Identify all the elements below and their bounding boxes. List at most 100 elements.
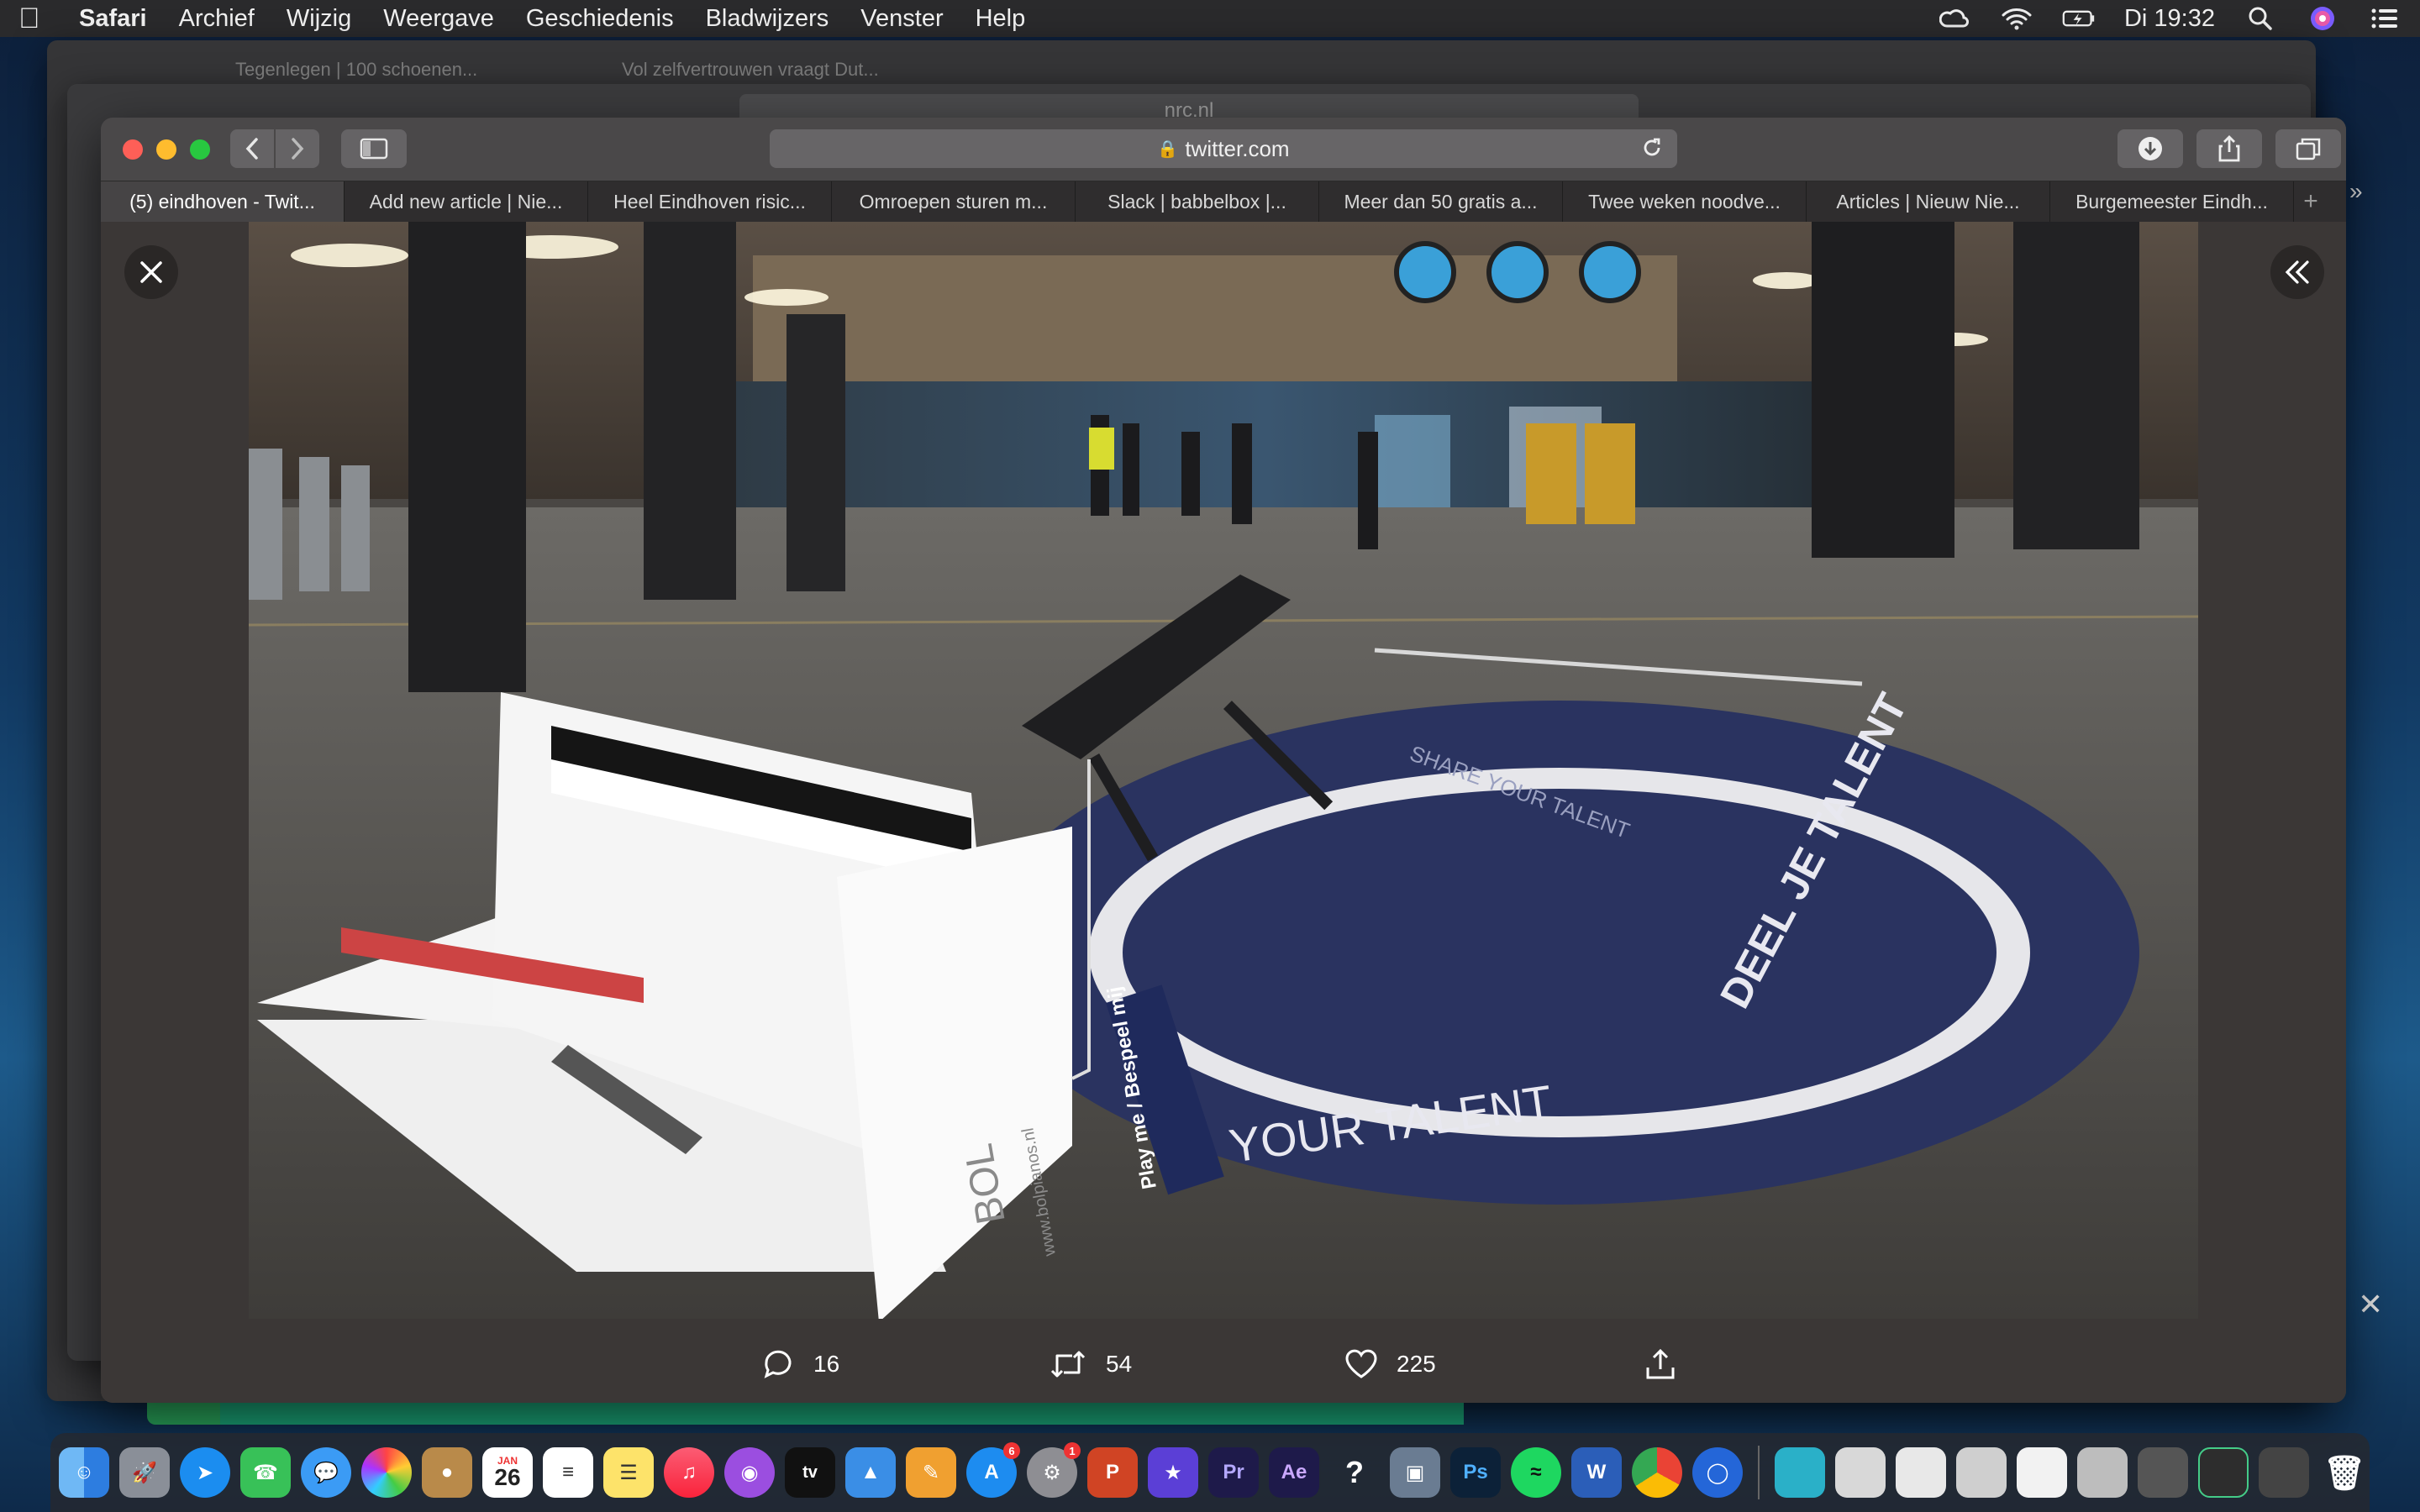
pages-icon[interactable]: ✎ <box>906 1447 956 1498</box>
window-close-button[interactable] <box>123 139 143 160</box>
dock-window-7-icon[interactable] <box>2138 1447 2188 1498</box>
imovie-star-icon[interactable]: ★ <box>1148 1447 1198 1498</box>
share-icon <box>2218 135 2240 162</box>
reload-icon[interactable] <box>1640 136 1664 165</box>
help-icon[interactable]: ? <box>1329 1447 1380 1498</box>
photoshop-icon[interactable]: Ps <box>1450 1447 1501 1498</box>
keynote-icon[interactable]: ▲ <box>845 1447 896 1498</box>
music-icon[interactable]: ♫ <box>664 1447 714 1498</box>
safari-icon[interactable]: ➤ <box>180 1447 230 1498</box>
system-preferences-icon[interactable]: ⚙ 1 <box>1027 1442 1081 1498</box>
tweet-share-icon <box>1646 1348 1675 1379</box>
powerpoint-icon[interactable]: P <box>1087 1447 1138 1498</box>
chrome-icon[interactable] <box>1632 1447 1682 1498</box>
tab-twee-weken[interactable]: Twee weken noodve... <box>1563 181 1807 222</box>
spotlight-search-icon[interactable] <box>2244 6 2277 31</box>
sidebar-toggle-button[interactable] <box>341 129 407 168</box>
media-viewer: YOUR TALENT DEEL JE TALENT SHARE YOUR TA… <box>101 222 2346 1403</box>
browser-icon[interactable]: ◯ <box>1692 1447 1743 1498</box>
trash-icon[interactable]: 🗑 <box>2319 1447 2370 1498</box>
dock-window-3-icon[interactable] <box>1896 1447 1946 1498</box>
window-more-icon[interactable]: » <box>2349 178 2363 205</box>
dock-separator <box>1758 1446 1760 1499</box>
wifi-icon[interactable] <box>2000 6 2033 31</box>
dock-window-9-icon[interactable] <box>2259 1447 2309 1498</box>
address-bar[interactable]: 🔒 twitter.com <box>770 129 1677 168</box>
dock-window-1-icon[interactable] <box>1775 1447 1825 1498</box>
menu-bladwijzers[interactable]: Bladwijzers <box>706 5 829 33</box>
premiere-pro-icon[interactable]: Pr <box>1208 1447 1259 1498</box>
siri-icon[interactable] <box>2306 6 2339 31</box>
notes-icon[interactable]: ☰ <box>603 1447 654 1498</box>
tab-articles[interactable]: Articles | Nieuw Nie... <box>1807 181 2050 222</box>
preview-icon[interactable]: ▣ <box>1390 1447 1440 1498</box>
launchpad-icon[interactable]: 🚀 <box>119 1447 170 1498</box>
tab-slack[interactable]: Slack | babbelbox |... <box>1076 181 1319 222</box>
menu-geschiedenis[interactable]: Geschiedenis <box>526 5 674 33</box>
window-zoom-button[interactable] <box>190 139 210 160</box>
downloads-button[interactable] <box>2118 129 2183 168</box>
back-button[interactable] <box>230 129 274 168</box>
retweet-button[interactable]: 54 <box>1049 1331 1132 1398</box>
tabs-overview-icon <box>2296 138 2321 160</box>
tweet-actions-bar: 16 54 225 <box>101 1331 2346 1398</box>
dock-window-5-icon[interactable] <box>2017 1447 2067 1498</box>
heart-icon <box>1345 1349 1377 1378</box>
facetime-icon[interactable]: ☎ <box>240 1447 291 1498</box>
close-media-button[interactable] <box>124 245 178 299</box>
messages-icon[interactable]: 💬 <box>301 1447 351 1498</box>
background-tab-2[interactable]: Vol zelfvertrouwen vraagt Dut... <box>622 59 879 81</box>
tweet-share-button[interactable] <box>1644 1331 1677 1398</box>
dock-window-2-icon[interactable] <box>1835 1447 1886 1498</box>
menu-help[interactable]: Help <box>976 5 1026 33</box>
tab-add-article[interactable]: Add new article | Nie... <box>345 181 588 222</box>
reply-count: 16 <box>813 1351 840 1377</box>
dock-window-6-icon[interactable] <box>2077 1447 2128 1498</box>
reminders-icon[interactable]: ≡ <box>543 1447 593 1498</box>
tweet-photo[interactable]: YOUR TALENT DEEL JE TALENT SHARE YOUR TA… <box>249 222 2198 1319</box>
forward-button[interactable] <box>276 129 319 168</box>
safari-window: 🔒 twitter.com ⋮ (5) eindhoven - Twit... … <box>101 118 2346 1403</box>
spotify-icon[interactable]: ≈ <box>1511 1447 1561 1498</box>
menu-app-name[interactable]: Safari <box>79 5 147 33</box>
finder-icon[interactable]: ☺ <box>59 1447 109 1498</box>
podcasts-icon[interactable]: ◉ <box>724 1447 775 1498</box>
contacts-icon[interactable]: ● <box>422 1447 472 1498</box>
calendar-day: 26 <box>494 1464 521 1490</box>
tab-twitter[interactable]: (5) eindhoven - Twit... <box>101 181 345 222</box>
tab-omroepen[interactable]: Omroepen sturen m... <box>832 181 1076 222</box>
menu-wijzig[interactable]: Wijzig <box>287 5 351 33</box>
creative-cloud-icon[interactable] <box>1938 6 1971 31</box>
word-icon[interactable]: W <box>1571 1447 1622 1498</box>
reply-button[interactable]: 16 <box>761 1331 839 1398</box>
like-button[interactable]: 225 <box>1344 1331 1436 1398</box>
menu-archief[interactable]: Archief <box>179 5 255 33</box>
tab-meer-dan-50[interactable]: Meer dan 50 gratis a... <box>1319 181 1563 222</box>
show-tabs-button[interactable] <box>2275 129 2341 168</box>
lock-icon: 🔒 <box>1157 139 1179 159</box>
new-tab-button[interactable]: + <box>2294 181 2328 222</box>
apple-menu-icon[interactable]:  <box>18 3 54 35</box>
share-button[interactable] <box>2196 129 2262 168</box>
tab-burgemeester[interactable]: Burgemeester Eindh... <box>2050 181 2294 222</box>
menu-venster[interactable]: Venster <box>860 5 943 33</box>
app-store-icon[interactable]: A6 <box>966 1442 1020 1498</box>
like-count: 225 <box>1397 1351 1436 1377</box>
chevron-right-icon <box>292 138 304 160</box>
expand-sidebar-button[interactable] <box>2270 245 2324 299</box>
window-minimize-button[interactable] <box>156 139 176 160</box>
background-tab-1[interactable]: Tegenlegen | 100 schoenen... <box>235 59 477 81</box>
menu-weergave[interactable]: Weergave <box>383 5 494 33</box>
tab-bar: (5) eindhoven - Twit... Add new article … <box>101 181 2346 222</box>
dock-window-8-icon[interactable] <box>2198 1447 2249 1498</box>
calendar-icon[interactable]: JAN 26 <box>482 1447 533 1498</box>
background-close-icon[interactable]: ✕ <box>2358 1287 2383 1322</box>
apple-tv-icon[interactable]: tv <box>785 1447 835 1498</box>
photos-icon[interactable] <box>361 1447 412 1498</box>
tab-heel-eindhoven[interactable]: Heel Eindhoven risic... <box>588 181 832 222</box>
menubar-clock[interactable]: Di 19:32 <box>2124 5 2215 33</box>
dock-window-4-icon[interactable] <box>1956 1447 2007 1498</box>
notification-center-icon[interactable] <box>2368 6 2402 31</box>
after-effects-icon[interactable]: Ae <box>1269 1447 1319 1498</box>
battery-icon[interactable] <box>2062 6 2096 31</box>
